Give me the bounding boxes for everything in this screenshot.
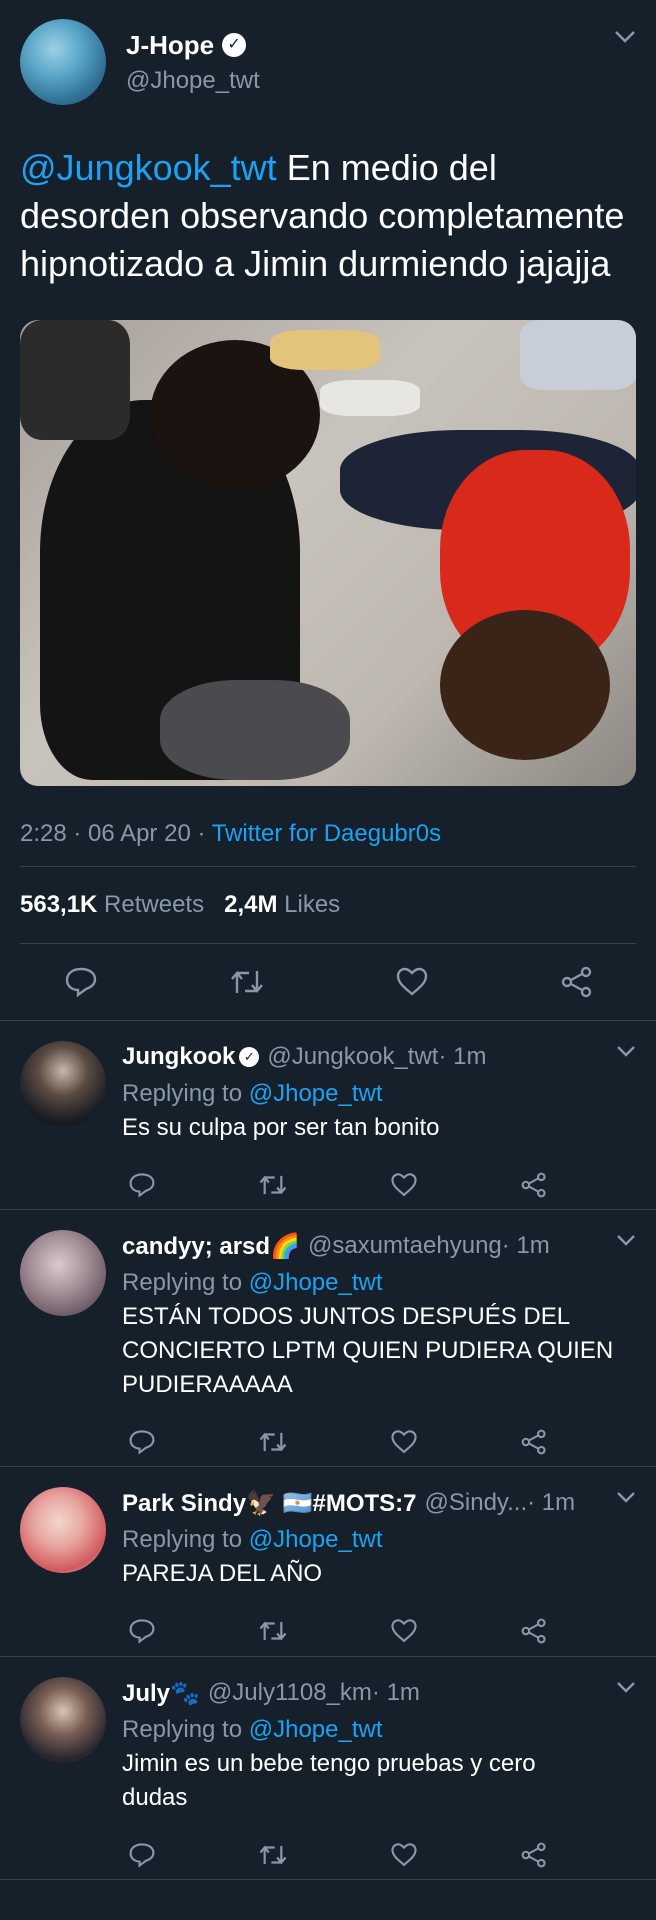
reply-icon[interactable] [128, 1172, 156, 1198]
likes-stat[interactable]: 2,4M Likes [224, 891, 340, 919]
avatar[interactable] [20, 1487, 106, 1573]
share-icon[interactable] [520, 1172, 548, 1198]
tweet-photo[interactable] [20, 320, 636, 786]
retweet-icon[interactable] [258, 1842, 288, 1868]
tweet-meta: 2:28 · 06 Apr 20 · Twitter for Daegubr0s [20, 820, 636, 854]
main-tweet: J-Hope ✓ @Jhope_twt @Jungkook_twt En med… [0, 0, 656, 854]
reply-author-name[interactable]: Park Sindy🦅 🇦🇷#MOTS:7 [122, 1489, 417, 1518]
reply-text-line: ESTÁN TODOS JUNTOS DESPUÉS DEL [122, 1303, 571, 1330]
heart-icon[interactable] [390, 1842, 418, 1868]
replying-to-label: Replying to [122, 1269, 249, 1296]
reply-author-name[interactable]: candyy; arsd🌈 [122, 1232, 300, 1261]
reply-tweet[interactable]: candyy; arsd🌈 @saxumtaehyung · 1m Replyi… [0, 1210, 656, 1467]
reply-icon[interactable] [64, 966, 98, 998]
reply-icon[interactable] [128, 1429, 156, 1455]
replying-to-link[interactable]: @Jhope_twt [249, 1080, 383, 1107]
reply-tweet[interactable]: July🐾 @July1108_km · 1m Replying to @Jho… [0, 1657, 656, 1880]
replying-to-label: Replying to [122, 1716, 249, 1743]
tweet-timestamp: 2:28 · 06 Apr 20 · [20, 820, 212, 847]
chevron-down-icon[interactable] [616, 1045, 636, 1057]
share-icon[interactable] [520, 1618, 548, 1644]
reply-text-line: CONCIERTO LPTM QUIEN PUDIERA QUIEN [122, 1337, 614, 1364]
retweet-icon[interactable] [258, 1618, 288, 1644]
chevron-down-icon[interactable] [616, 1491, 636, 1503]
author-handle[interactable]: @Jhope_twt [126, 67, 260, 95]
reply-author-handle[interactable]: @July1108_km [208, 1679, 372, 1707]
retweet-icon[interactable] [229, 967, 265, 997]
share-icon[interactable] [520, 1429, 548, 1455]
reply-icon[interactable] [128, 1618, 156, 1644]
reply-time: · 1m [527, 1489, 576, 1516]
retweet-icon[interactable] [258, 1429, 288, 1455]
reply-time: · 1m [371, 1679, 420, 1706]
retweet-icon[interactable] [258, 1172, 288, 1198]
reply-author-name[interactable]: July🐾 [122, 1679, 200, 1708]
chevron-down-icon[interactable] [616, 1681, 636, 1693]
reply-time: · 1m [438, 1043, 487, 1070]
reply-icon[interactable] [128, 1842, 156, 1868]
avatar[interactable] [20, 1230, 106, 1316]
heart-icon[interactable] [390, 1429, 418, 1455]
share-icon[interactable] [560, 966, 594, 998]
reply-actions [122, 1601, 554, 1661]
replying-to-link[interactable]: @Jhope_twt [249, 1526, 383, 1553]
reply-actions [122, 1412, 554, 1472]
replying-to-link[interactable]: @Jhope_twt [249, 1716, 383, 1743]
chevron-down-icon[interactable] [614, 30, 636, 44]
mention-link[interactable]: @Jungkook_twt [20, 147, 277, 188]
replying-to-label: Replying to [122, 1080, 249, 1107]
chevron-down-icon[interactable] [616, 1234, 636, 1246]
reply-actions [122, 1155, 554, 1215]
verified-badge-icon: ✓ [222, 33, 247, 57]
heart-icon[interactable] [390, 1618, 418, 1644]
reply-text-line: Jimin es un bebe tengo pruebas y cero [122, 1750, 536, 1777]
reply-author-name[interactable]: Jungkook [122, 1043, 235, 1071]
share-icon[interactable] [520, 1842, 548, 1868]
reply-text: PAREJA DEL AÑO [122, 1560, 323, 1587]
tweet-stats: 563,1K Retweets 2,4M Likes [20, 867, 636, 943]
avatar[interactable] [20, 19, 106, 105]
verified-badge-icon: ✓ [239, 1047, 260, 1067]
reply-tweet[interactable]: Park Sindy🦅 🇦🇷#MOTS:7 @Sindy... · 1m Rep… [0, 1467, 656, 1657]
avatar[interactable] [20, 1677, 106, 1763]
replying-to-link[interactable]: @Jhope_twt [249, 1269, 383, 1296]
heart-icon[interactable] [390, 1172, 418, 1198]
retweets-stat[interactable]: 563,1K Retweets [20, 891, 204, 919]
reply-actions [122, 1825, 554, 1885]
reply-author-handle[interactable]: @saxumtaehyung [308, 1232, 502, 1260]
reply-author-handle[interactable]: @Sindy... [425, 1489, 528, 1517]
author-name[interactable]: J-Hope [126, 30, 214, 61]
reply-time: · 1m [501, 1232, 550, 1259]
tweet-source-link[interactable]: Twitter for Daegubr0s [212, 820, 441, 847]
avatar[interactable] [20, 1041, 106, 1127]
reply-text-line: PUDIERAAAAA [122, 1371, 293, 1398]
reply-tweet[interactable]: Jungkook ✓ @Jungkook_twt · 1m Replying t… [0, 1021, 656, 1210]
reply-author-handle[interactable]: @Jungkook_twt [267, 1043, 438, 1071]
tweet-actions [20, 944, 636, 1020]
reply-text: Es su culpa por ser tan bonito [122, 1114, 440, 1141]
heart-icon[interactable] [395, 967, 429, 997]
reply-text-line: dudas [122, 1784, 188, 1811]
replying-to-label: Replying to [122, 1526, 249, 1553]
tweet-text: @Jungkook_twt En medio del desorden obse… [20, 144, 640, 288]
